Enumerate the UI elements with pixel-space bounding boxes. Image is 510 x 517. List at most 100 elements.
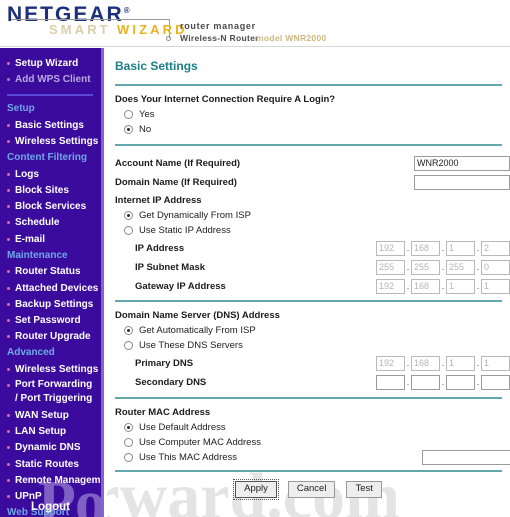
dns-option-use-these-dns-servers[interactable]: Use These DNS Servers (124, 338, 510, 353)
sidebar-item-router-status[interactable]: Router Status (0, 264, 101, 280)
sidebar-item-set-password[interactable]: Set Password (0, 313, 101, 329)
sidebar-item-wireless-settings[interactable]: Wireless Settings (0, 362, 101, 378)
ip-address-octet-4[interactable] (481, 240, 510, 256)
ip-subnet-octet-3[interactable] (446, 259, 475, 275)
bullet-icon (7, 189, 10, 193)
internet-ip-option-use-static-ip-address[interactable]: Use Static IP Address (124, 223, 510, 238)
primary-dns-octet-1[interactable] (376, 355, 405, 371)
sidebar-item-label: Schedule (15, 217, 60, 229)
radio-icon[interactable] (124, 326, 133, 335)
dns-heading: Domain Name Server (DNS) Address (115, 310, 280, 321)
sidebar-item-lan-setup[interactable]: LAN Setup (0, 424, 101, 440)
ip-subnet-row: IP Subnet Mask ... (107, 258, 510, 276)
sidebar-item-label: Block Sites (15, 185, 69, 197)
ip-subnet-octet-2[interactable] (411, 259, 440, 275)
login-option-yes[interactable]: Yes (124, 107, 510, 122)
ip-subnet-octets[interactable]: ... (376, 259, 510, 275)
sidebar-item-static-routes[interactable]: Static Routes (0, 457, 101, 473)
sidebar-item-block-services[interactable]: Block Services (0, 199, 101, 215)
internet-ip-option-get-dynamically-from-isp[interactable]: Get Dynamically From ISP (124, 208, 510, 223)
secondary-dns-octet-2[interactable] (411, 374, 440, 390)
primary-dns-label: Primary DNS (135, 357, 194, 369)
logout-link[interactable]: Logout (0, 501, 101, 513)
sidebar-item-label: Static Routes (15, 458, 79, 470)
radio-icon[interactable] (124, 423, 133, 432)
gateway-octet-1[interactable] (376, 278, 405, 294)
sidebar-item-label: Add WPS Client (15, 74, 91, 86)
primary-dns-octets[interactable]: ... (376, 355, 510, 371)
ip-subnet-octet-1[interactable] (376, 259, 405, 275)
sidebar-item-label: Basic Settings (15, 119, 84, 131)
sidebar-item-setup-wizard[interactable]: Setup Wizard (0, 56, 101, 72)
device-type-label: Wireless-N Router (180, 33, 259, 43)
sidebar-item-basic-settings[interactable]: Basic Settings (0, 118, 101, 134)
radio-icon[interactable] (124, 211, 133, 220)
cancel-button[interactable]: Cancel (287, 481, 336, 498)
login-option-no[interactable]: No (124, 122, 510, 137)
form-button-bar: Apply Cancel Test (107, 479, 510, 500)
bullet-icon (7, 286, 10, 290)
header-rule-horizontal (11, 19, 169, 20)
mac-section: Router MAC Address Use Default Address Us… (107, 399, 510, 465)
primary-dns-octet-3[interactable] (446, 355, 475, 371)
sidebar-item-remote-management[interactable]: Remote Management (0, 473, 101, 489)
sidebar-heading-advanced: Advanced (7, 347, 55, 359)
sidebar-item-block-sites[interactable]: Block Sites (0, 183, 101, 199)
gateway-label: Gateway IP Address (135, 280, 226, 292)
radio-icon[interactable] (124, 226, 133, 235)
primary-dns-octet-2[interactable] (411, 355, 440, 371)
mac-address-input[interactable] (422, 450, 510, 465)
dns-option-get-automatically-from-isp[interactable]: Get Automatically From ISP (124, 323, 510, 338)
radio-label: Yes (139, 109, 155, 120)
gateway-octets[interactable]: ... (376, 278, 510, 294)
radio-icon[interactable] (124, 453, 133, 462)
sidebar-item-backup-settings[interactable]: Backup Settings (0, 297, 101, 313)
mac-option-use-computer-mac-address[interactable]: Use Computer MAC Address (124, 435, 510, 450)
trademark-symbol: ® (123, 6, 130, 15)
gateway-octet-3[interactable] (446, 278, 475, 294)
radio-icon[interactable] (124, 110, 133, 119)
secondary-dns-octets[interactable]: ... (376, 374, 510, 390)
domain-name-input[interactable] (414, 174, 510, 190)
sidebar-item-port-forwarding-port-triggering[interactable]: Port Forwarding / Port Triggering (0, 378, 101, 408)
smart-wordmark: SMART (49, 22, 111, 37)
sidebar-item-schedule[interactable]: Schedule (0, 215, 101, 231)
sidebar-item-dynamic-dns[interactable]: Dynamic DNS (0, 440, 101, 456)
sidebar-heading-content-filtering: Content Filtering (7, 152, 87, 164)
ip-address-octet-2[interactable] (411, 240, 440, 256)
ip-subnet-octet-4[interactable] (481, 259, 510, 275)
radio-icon[interactable] (124, 125, 133, 134)
gateway-octet-2[interactable] (411, 278, 440, 294)
test-button[interactable]: Test (346, 481, 382, 498)
bullet-icon (7, 414, 10, 418)
settings-form: Basic Settings Does Your Internet Connec… (107, 48, 510, 500)
gateway-octet-4[interactable] (481, 278, 510, 294)
account-name-input[interactable] (414, 155, 510, 171)
ip-address-octets[interactable]: ... (376, 240, 510, 256)
sidebar-item-add-wps-client[interactable]: Add WPS Client (0, 72, 101, 88)
secondary-dns-octet-4[interactable] (481, 374, 510, 390)
ip-address-label: IP Address (135, 242, 185, 254)
sidebar-item-wan-setup[interactable]: WAN Setup (0, 408, 101, 424)
primary-dns-octet-4[interactable] (481, 355, 510, 371)
radio-icon[interactable] (124, 341, 133, 350)
sidebar-item-wireless-settings[interactable]: Wireless Settings (0, 134, 101, 150)
mac-option-use-this-mac-address[interactable]: Use This MAC Address (124, 450, 510, 465)
sidebar-item-logs[interactable]: Logs (0, 167, 101, 183)
radio-label: Use These DNS Servers (139, 340, 243, 351)
secondary-dns-octet-3[interactable] (446, 374, 475, 390)
sidebar-item-attached-devices[interactable]: Attached Devices (0, 281, 101, 297)
mac-option-use-default-address[interactable]: Use Default Address (124, 420, 510, 435)
radio-icon[interactable] (124, 438, 133, 447)
account-name-row: Account Name (If Required) (107, 154, 510, 172)
sidebar-item-e-mail[interactable]: E-mail (0, 232, 101, 248)
ip-address-octet-1[interactable] (376, 240, 405, 256)
sidebar-item-label: Dynamic DNS (15, 442, 81, 454)
sidebar-item-router-upgrade[interactable]: Router Upgrade (0, 329, 101, 345)
apply-button[interactable]: Apply (233, 479, 279, 500)
secondary-dns-octet-1[interactable] (376, 374, 405, 390)
radio-label: No (139, 124, 152, 135)
login-section: Does Your Internet Connection Require A … (107, 86, 510, 137)
radio-label: Use Computer MAC Address (139, 437, 261, 448)
ip-address-octet-3[interactable] (446, 240, 475, 256)
